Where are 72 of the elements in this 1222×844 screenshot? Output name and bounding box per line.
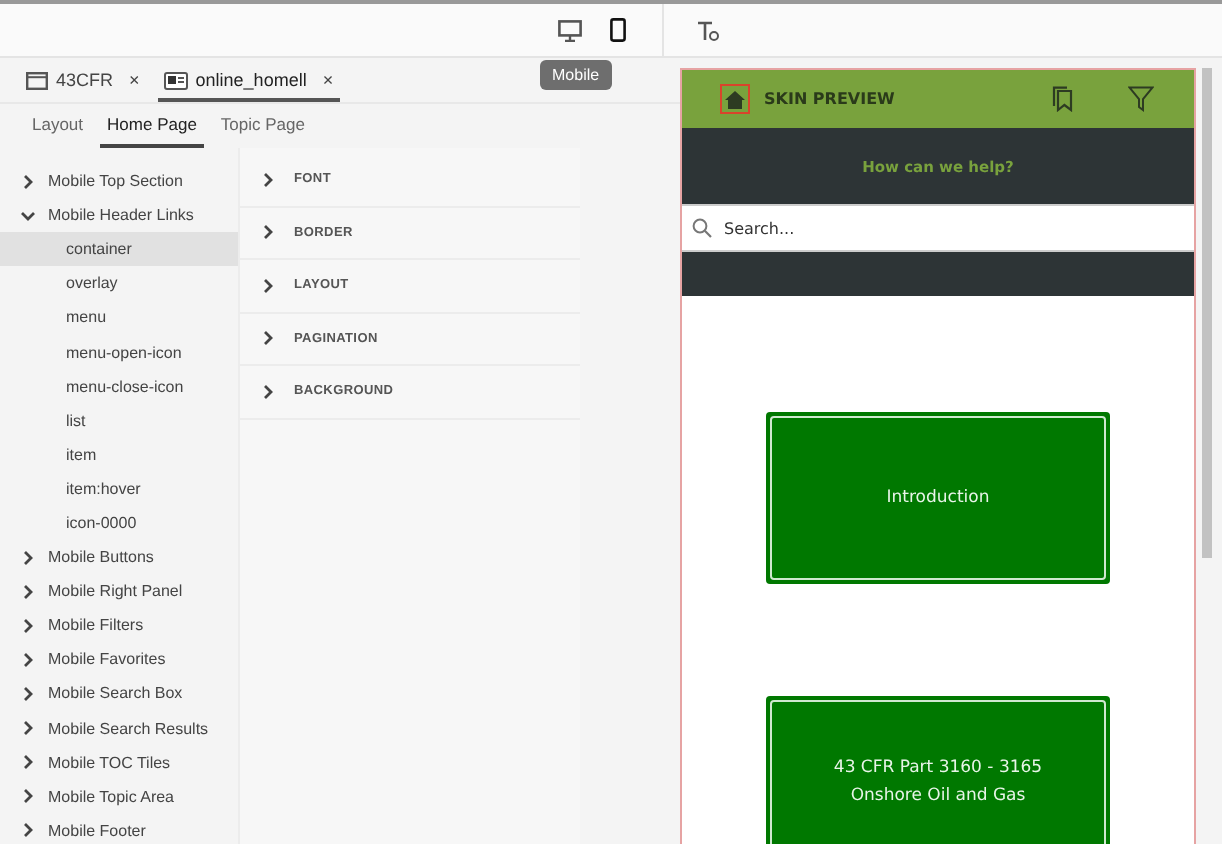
- tree-item[interactable]: Mobile TOC Tiles: [0, 745, 238, 780]
- preview-title: SKIN PREVIEW: [764, 90, 897, 108]
- tree-item[interactable]: Mobile Search Results: [0, 711, 238, 746]
- chevron-icon: [260, 383, 276, 400]
- tree-item[interactable]: menu: [0, 300, 238, 335]
- home-button[interactable]: [720, 84, 750, 114]
- search-field[interactable]: Search...: [724, 219, 1124, 237]
- tree-item-label: icon-0000: [66, 513, 137, 532]
- tree-item[interactable]: Mobile Header Links: [0, 198, 238, 233]
- tile-label: Introduction: [886, 486, 990, 512]
- tree-item[interactable]: Mobile Favorites: [0, 642, 238, 677]
- tree-item-label: Mobile Search Box: [48, 684, 183, 703]
- window-icon: [26, 71, 48, 89]
- document-icon: [163, 71, 188, 89]
- tab-label: online_homell: [195, 70, 307, 90]
- tree-item-label: Mobile Buttons: [48, 548, 154, 567]
- tree-item[interactable]: Mobile Buttons: [0, 540, 238, 575]
- tree-item-label: container: [66, 240, 132, 259]
- filter-icon: [1128, 86, 1154, 112]
- page-tab[interactable]: Topic Page: [212, 104, 313, 148]
- tree-item-label: Mobile Search Results: [48, 719, 209, 738]
- document-tab[interactable]: 43CFR ×: [20, 62, 146, 102]
- tree-item[interactable]: Mobile Search Box: [0, 676, 238, 711]
- page-tab[interactable]: Layout: [24, 104, 92, 148]
- tree-item-label: menu-open-icon: [66, 343, 182, 362]
- tree-item-label: Mobile Footer: [48, 821, 146, 840]
- tree-item[interactable]: Mobile Filters: [0, 608, 238, 643]
- tree-item-label: Mobile Favorites: [48, 650, 166, 669]
- tree-item[interactable]: Mobile Top Section: [0, 164, 238, 199]
- search-icon: [692, 218, 712, 238]
- bookmark-icon: [1052, 86, 1074, 112]
- tree-item[interactable]: item: [0, 437, 238, 472]
- tree-item[interactable]: menu-open-icon: [0, 334, 238, 370]
- chevron-icon: [260, 171, 276, 188]
- chevron-icon: [260, 224, 276, 241]
- toc-tile[interactable]: Introduction: [766, 412, 1110, 584]
- tree-item-label: Mobile Top Section: [48, 172, 183, 191]
- tree-item[interactable]: list: [0, 403, 238, 438]
- tile-label: Onshore Oil and Gas: [850, 784, 1026, 810]
- tree-item[interactable]: item:hover: [0, 471, 238, 506]
- tree-item-label: item: [66, 445, 97, 464]
- tree-item-label: item:hover: [66, 479, 141, 498]
- tree-item-label: Mobile Right Panel: [48, 582, 183, 601]
- toc-tile[interactable]: 43 CFR Part 3160 - 3165 Onshore Oil and Gas: [766, 696, 1110, 844]
- tree-item-label: list: [66, 411, 86, 430]
- phone-icon: [610, 18, 626, 42]
- tree-item-label: menu-close-icon: [66, 377, 184, 396]
- tree-item[interactable]: Mobile Footer: [0, 813, 238, 844]
- close-button[interactable]: ×: [314, 70, 334, 90]
- text-format-icon: [696, 19, 720, 41]
- scrollbar-thumb[interactable]: [1202, 68, 1212, 558]
- tree-item[interactable]: Mobile Topic Area: [0, 779, 238, 814]
- tab-label: 43CFR: [56, 70, 114, 90]
- home-icon: [724, 89, 746, 109]
- document-tab[interactable]: online_homell ×: [157, 62, 340, 102]
- tree-item[interactable]: container: [0, 232, 238, 267]
- tree-item-label: menu: [66, 308, 107, 327]
- close-button[interactable]: ×: [121, 70, 140, 90]
- chevron-icon: [260, 330, 276, 347]
- tooltip: Mobile: [540, 60, 612, 90]
- tree-item-label: overlay: [66, 274, 118, 293]
- tree-item-label: Mobile TOC Tiles: [48, 753, 171, 772]
- tree-item[interactable]: Mobile Right Panel: [0, 574, 238, 609]
- tile-label: 43 CFR Part 3160 - 3165: [833, 756, 1043, 782]
- monitor-icon: [558, 19, 582, 41]
- tree-item-label: Mobile Header Links: [48, 206, 194, 225]
- tree-item[interactable]: icon-0000: [0, 505, 238, 541]
- tree-item-label: Mobile Topic Area: [48, 787, 174, 806]
- tree-item[interactable]: menu-close-icon: [0, 369, 238, 404]
- tree-item[interactable]: overlay: [0, 266, 238, 301]
- chevron-icon: [260, 277, 276, 294]
- tree-item-label: Mobile Filters: [48, 616, 144, 635]
